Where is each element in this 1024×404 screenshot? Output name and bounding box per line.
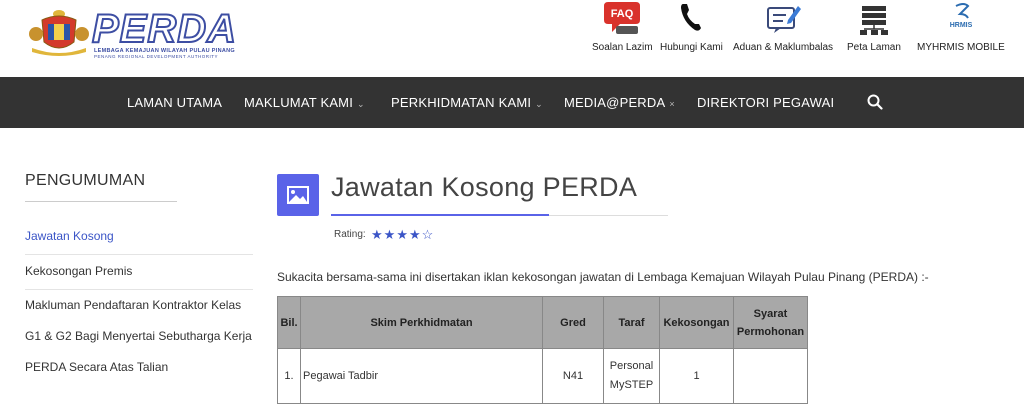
table-cell-gred: N41	[542, 348, 604, 404]
star-filled-icon[interactable]: ★	[396, 228, 408, 242]
rating-label: Rating:	[334, 229, 366, 240]
nav-item-about[interactable]: MAKLUMAT KAMI ⌄	[244, 77, 365, 128]
site-header: PERDA LEMBAGA KEMAJUAN WILAYAH PULAU PIN…	[0, 0, 1024, 77]
image-icon	[287, 186, 309, 204]
page-image-icon	[277, 174, 319, 216]
sidebar-item-pendaftaran-kontraktor[interactable]: Makluman Pendaftaran Kontraktor Kelas G1…	[25, 299, 253, 373]
perda-logo[interactable]: PERDA LEMBAGA KEMAJUAN WILAYAH PULAU PIN…	[28, 8, 237, 59]
nav-item-label: PERKHIDMATAN KAMI	[391, 95, 532, 110]
nav-item-directory[interactable]: DIREKTORI PEGAWAI	[697, 77, 834, 128]
table-header-skim: Skim Perkhidmatan	[300, 296, 543, 349]
sidebar-divider	[25, 254, 253, 255]
table-header-gred: Gred	[542, 296, 604, 349]
quick-link-label: Hubungi Kami	[660, 42, 723, 53]
hrmis-badge-text: HRMIS	[950, 22, 973, 29]
table-cell-taraf-line: MySTEP	[609, 379, 654, 391]
quick-link-contact[interactable]: Hubungi Kami	[660, 0, 723, 53]
star-filled-icon[interactable]: ★	[371, 228, 383, 242]
nav-item-label: DIREKTORI PEGAWAI	[697, 95, 835, 110]
table-header-taraf: Taraf	[603, 296, 660, 349]
table-cell-kekosongan: 1	[659, 348, 734, 404]
table-cell-taraf: Personal MySTEP	[603, 348, 660, 404]
chevron-down-icon: ⌄	[535, 99, 543, 109]
feedback-edit-icon	[767, 6, 802, 33]
table-header-syarat: Syarat Permohonan	[733, 296, 808, 349]
quick-link-label: Soalan Lazim	[592, 42, 653, 53]
logo-subtitle-english: PENANG REGIONAL DEVELOPMENT AUTHORITY	[94, 54, 219, 59]
search-icon[interactable]	[867, 94, 883, 110]
nav-item-services[interactable]: PERKHIDMATAN KAMI ⌄	[391, 77, 543, 128]
nav-item-home[interactable]: LAMAN UTAMA	[127, 77, 222, 128]
table-row: 1. Pegawai Tadbir N41 Personal MySTEP 1	[277, 348, 808, 404]
logo-wordmark: PERDA	[91, 7, 238, 51]
quick-link-faq[interactable]: FAQ Soalan Lazim	[592, 0, 653, 53]
intro-paragraph: Sukacita bersama-sama ini disertakan ikl…	[277, 270, 929, 284]
table-cell-bil: 1.	[277, 348, 301, 404]
quick-link-feedback[interactable]: Aduan & Maklumbalas	[733, 0, 833, 53]
state-crest-icon	[29, 10, 89, 56]
quick-link-label: Peta Laman	[847, 42, 901, 53]
title-underline-accent	[331, 214, 549, 216]
nav-item-label: MAKLUMAT KAMI	[244, 95, 354, 110]
rating-stars[interactable]: ★★★★☆	[371, 226, 434, 242]
close-icon: ×	[669, 99, 675, 109]
sidebar-item-label-line: PERDA Secara Atas Talian	[25, 360, 169, 374]
table-cell-skim: Pegawai Tadbir	[300, 348, 543, 404]
table-cell-syarat[interactable]	[733, 348, 808, 404]
phone-icon	[681, 4, 702, 31]
quick-link-sitemap[interactable]: Peta Laman	[847, 0, 901, 53]
page-title: Jawatan Kosong PERDA	[331, 172, 638, 202]
quick-link-label: MYHRMIS MOBILE	[917, 42, 1005, 53]
chevron-down-icon: ⌄	[357, 99, 365, 109]
table-header-row: Bil. Skim Perkhidmatan Gred Taraf Kekoso…	[277, 296, 808, 349]
nav-item-label: LAMAN UTAMA	[127, 95, 223, 110]
sitemap-icon	[859, 6, 888, 35]
nav-item-media[interactable]: MEDIA@PERDA ×	[564, 77, 675, 128]
table-header-bil: Bil.	[277, 296, 301, 349]
main-navigation: LAMAN UTAMA MAKLUMAT KAMI ⌄ PERKHIDMATAN …	[0, 77, 1024, 128]
quick-link-myhrmis[interactable]: HRMIS MYHRMIS MOBILE	[917, 0, 1005, 53]
table-header-syarat-line: Syarat	[753, 307, 788, 320]
hrmis-logo-icon: HRMIS	[950, 3, 973, 29]
table-header-kekosongan: Kekosongan	[659, 296, 734, 349]
nav-item-label: MEDIA@PERDA	[564, 95, 666, 110]
sidebar-item-jawatan-kosong[interactable]: Jawatan Kosong	[25, 229, 253, 243]
faq-badge-text: FAQ	[611, 8, 634, 20]
star-filled-icon[interactable]: ★	[384, 228, 396, 242]
faq-icon: FAQ	[604, 2, 641, 34]
sidebar-item-label-line: G1 & G2 Bagi Menyertai Sebutharga Kerja	[25, 329, 252, 343]
vacancy-table: Bil. Skim Perkhidmatan Gred Taraf Kekoso…	[277, 296, 808, 404]
table-cell-taraf-line: Personal	[609, 360, 654, 372]
sidebar-divider	[25, 289, 253, 290]
sidebar-title: PENGUMUMAN	[25, 172, 146, 189]
table-header-syarat-line: Permohonan	[736, 325, 805, 338]
star-filled-icon[interactable]: ★	[409, 228, 421, 242]
sidebar-title-divider	[25, 201, 177, 202]
quick-link-label: Aduan & Maklumbalas	[733, 42, 834, 53]
star-empty-icon[interactable]: ☆	[422, 228, 434, 242]
sidebar-item-kekosongan-premis[interactable]: Kekosongan Premis	[25, 264, 253, 278]
sidebar-item-label-line: Makluman Pendaftaran Kontraktor Kelas	[25, 298, 242, 312]
